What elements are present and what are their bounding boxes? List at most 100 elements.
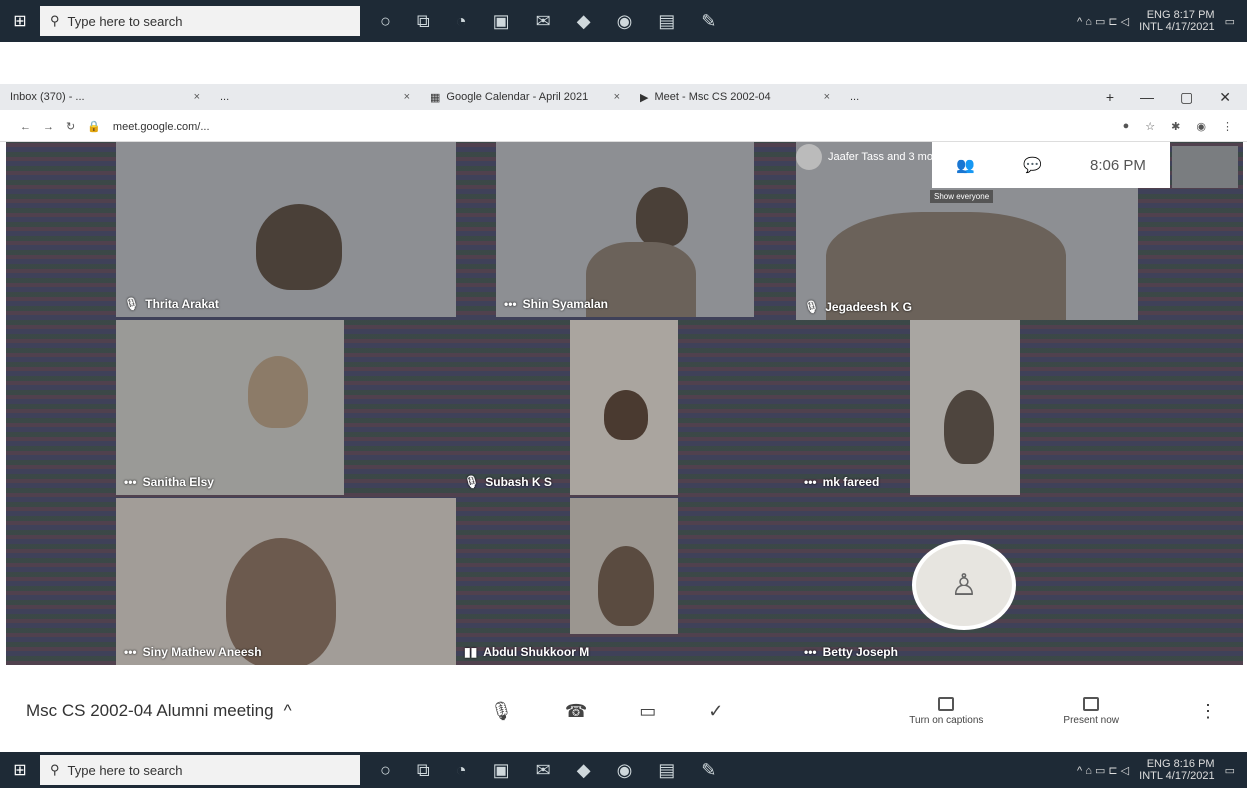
file-icon[interactable]: ▤ xyxy=(658,11,675,32)
chat-icon[interactable]: 💬 xyxy=(1023,156,1042,174)
more-dots-icon: ••• xyxy=(804,645,817,659)
camera-indicator-icon[interactable]: ● xyxy=(1123,120,1130,133)
reload-icon[interactable]: ↻ xyxy=(66,120,75,133)
check-icon[interactable]: ✓ xyxy=(708,701,723,722)
tab-other[interactable]: ... xyxy=(840,91,1050,103)
participant-video xyxy=(570,320,678,495)
call-controls: 🎙 ☎ ▭ ✓ xyxy=(490,701,723,722)
notification-icon[interactable]: ▭ xyxy=(1225,764,1235,777)
cortana-icon[interactable]: ○ xyxy=(380,11,391,32)
tab-label: Inbox (370) - ... xyxy=(10,91,85,103)
chrome-icon[interactable]: ◉ xyxy=(617,760,633,781)
forward-icon[interactable]: → xyxy=(43,121,54,133)
participant-avatar: ♙ xyxy=(912,540,1016,630)
more-dots-icon: ••• xyxy=(124,475,137,489)
tab-label: Meet - Msc CS 2002-04 xyxy=(654,91,771,103)
participant-tile[interactable]: ••• mk fareed xyxy=(796,320,1022,495)
participant-tile[interactable]: ••• Siny Mathew Aneesh xyxy=(116,498,456,665)
paint-icon[interactable]: ✎ xyxy=(701,11,716,32)
meet-top-panel: 👥 💬 8:06 PM xyxy=(932,142,1170,188)
people-icon[interactable]: 👥 xyxy=(956,156,975,174)
hang-up-icon[interactable]: ☎ xyxy=(565,701,587,722)
camera-button-icon[interactable]: ▭ xyxy=(639,701,656,722)
notification-icon[interactable]: ▭ xyxy=(1225,15,1235,28)
taskbar-clock-top[interactable]: ENG 8:17 PM INTL 4/17/2021 xyxy=(1139,9,1214,33)
mic-button-icon[interactable]: 🎙 xyxy=(490,701,513,722)
cortana-icon[interactable]: ○ xyxy=(380,760,391,781)
meet-actions: Turn on captions Present now ⋮ xyxy=(909,696,1247,726)
tab-google-calendar[interactable]: ▦ Google Calendar - April 2021 × xyxy=(420,91,630,104)
more-options-icon[interactable]: ⋮ xyxy=(1199,701,1217,722)
profile-avatar-icon[interactable]: ◉ xyxy=(1196,120,1206,133)
taskbar-app-icons: ○ ⧉ ◔ ▣ ✉ ◆ ◉ ▤ ✎ xyxy=(380,11,716,32)
calendar-icon: ▦ xyxy=(430,91,441,104)
close-icon[interactable]: × xyxy=(824,91,830,103)
mic-off-icon: 🎙 xyxy=(464,475,480,489)
search-icon: ⚲ xyxy=(50,762,60,777)
tab-meet[interactable]: ▶ Meet - Msc CS 2002-04 × xyxy=(630,91,840,104)
paint-icon[interactable]: ✎ xyxy=(701,760,716,781)
mic-off-icon: 🎙 xyxy=(124,297,140,311)
tab-gmail[interactable]: Inbox (370) - ... × xyxy=(0,91,210,103)
tab-unknown[interactable]: ... × xyxy=(210,91,420,103)
task-view-icon[interactable]: ⧉ xyxy=(417,760,430,781)
windows-start-icon[interactable]: ⊞ xyxy=(0,0,40,42)
file-icon[interactable]: ▤ xyxy=(658,760,675,781)
mail-icon[interactable]: ✉ xyxy=(536,11,551,32)
meeting-title: Msc CS 2002-04 Alumni meeting xyxy=(26,701,274,720)
captions-button[interactable]: Turn on captions xyxy=(909,696,983,726)
task-view-icon[interactable]: ⧉ xyxy=(417,11,430,32)
taskbar-clock-bottom[interactable]: ENG 8:16 PM INTL 4/17/2021 xyxy=(1139,758,1214,782)
search-icon: ⚲ xyxy=(50,13,60,28)
new-tab-icon[interactable]: + xyxy=(1106,89,1114,106)
store-icon[interactable]: ▣ xyxy=(493,760,510,781)
edge-icon[interactable]: ◔ xyxy=(456,11,467,32)
tray-icons[interactable]: ^ ⌂ ▭ ⊏ ◁ xyxy=(1077,15,1129,28)
participant-name: ••• Siny Mathew Aneesh xyxy=(124,645,262,659)
participant-tile[interactable]: ••• Sanitha Elsy xyxy=(116,320,344,495)
taskbar-search-box[interactable]: ⚲ Type here to search xyxy=(40,6,360,36)
minimize-icon[interactable]: — xyxy=(1140,89,1154,106)
participant-name: 🎙 Subash K S xyxy=(464,475,552,489)
close-window-icon[interactable]: ✕ xyxy=(1219,89,1231,106)
taskbar-search-placeholder: Type here to search xyxy=(67,762,183,778)
language-label: ENG xyxy=(1146,758,1171,770)
participant-video xyxy=(256,204,342,290)
participant-tile[interactable]: ▮▮ Abdul Shukkoor M xyxy=(458,498,680,665)
present-label: Present now xyxy=(1063,714,1119,726)
participant-tile[interactable]: 🎙 Subash K S xyxy=(458,320,680,495)
browser-tabstrip: Inbox (370) - ... × ... × ▦ Google Calenda… xyxy=(0,84,1247,110)
app-icon[interactable]: ◆ xyxy=(577,760,591,781)
chrome-icon[interactable]: ◉ xyxy=(617,11,633,32)
taskbar-bottom: ⊞ ⚲ Type here to search ○ ⧉ ◔ ▣ ✉ ◆ ◉ ▤ … xyxy=(0,752,1247,788)
meet-control-bar: Msc CS 2002-04 Alumni meeting ^ 🎙 ☎ ▭ ✓ … xyxy=(0,672,1247,750)
back-icon[interactable]: ← xyxy=(20,121,31,133)
tooltip: Show everyone xyxy=(930,190,994,203)
present-icon xyxy=(1083,696,1100,711)
participant-tile[interactable]: ••• Shin Syamalan xyxy=(496,142,754,317)
tab-label: ... xyxy=(220,91,230,103)
app-icon[interactable]: ◆ xyxy=(577,11,591,32)
extensions-icon[interactable]: ✱ xyxy=(1171,120,1180,133)
participant-tile[interactable]: 🎙 Thrita Arakat xyxy=(116,142,456,317)
edge-icon[interactable]: ◔ xyxy=(456,760,467,781)
tray-icons[interactable]: ^ ⌂ ▭ ⊏ ◁ xyxy=(1077,764,1129,777)
store-icon[interactable]: ▣ xyxy=(493,11,510,32)
close-icon[interactable]: × xyxy=(404,91,410,103)
menu-dots-icon[interactable]: ⋮ xyxy=(1222,120,1233,133)
maximize-icon[interactable]: ▢ xyxy=(1180,89,1193,106)
close-icon[interactable]: × xyxy=(194,91,200,103)
taskbar-search-box[interactable]: ⚲ Type here to search xyxy=(40,755,360,785)
captions-icon xyxy=(938,696,955,711)
present-now-button[interactable]: Present now xyxy=(1063,696,1119,726)
meet-icon: ▶ xyxy=(640,91,649,104)
windows-start-icon[interactable]: ⊞ xyxy=(0,752,40,788)
taskbar-search-placeholder: Type here to search xyxy=(67,13,183,29)
mail-icon[interactable]: ✉ xyxy=(536,760,551,781)
bookmark-star-icon[interactable]: ☆ xyxy=(1145,120,1155,133)
more-dots-icon: ••• xyxy=(504,297,517,311)
meeting-details[interactable]: Msc CS 2002-04 Alumni meeting ^ xyxy=(0,701,440,721)
close-icon[interactable]: × xyxy=(614,91,620,103)
url-field[interactable]: meet.google.com/... xyxy=(113,121,210,133)
self-view-video[interactable] xyxy=(1172,146,1238,188)
